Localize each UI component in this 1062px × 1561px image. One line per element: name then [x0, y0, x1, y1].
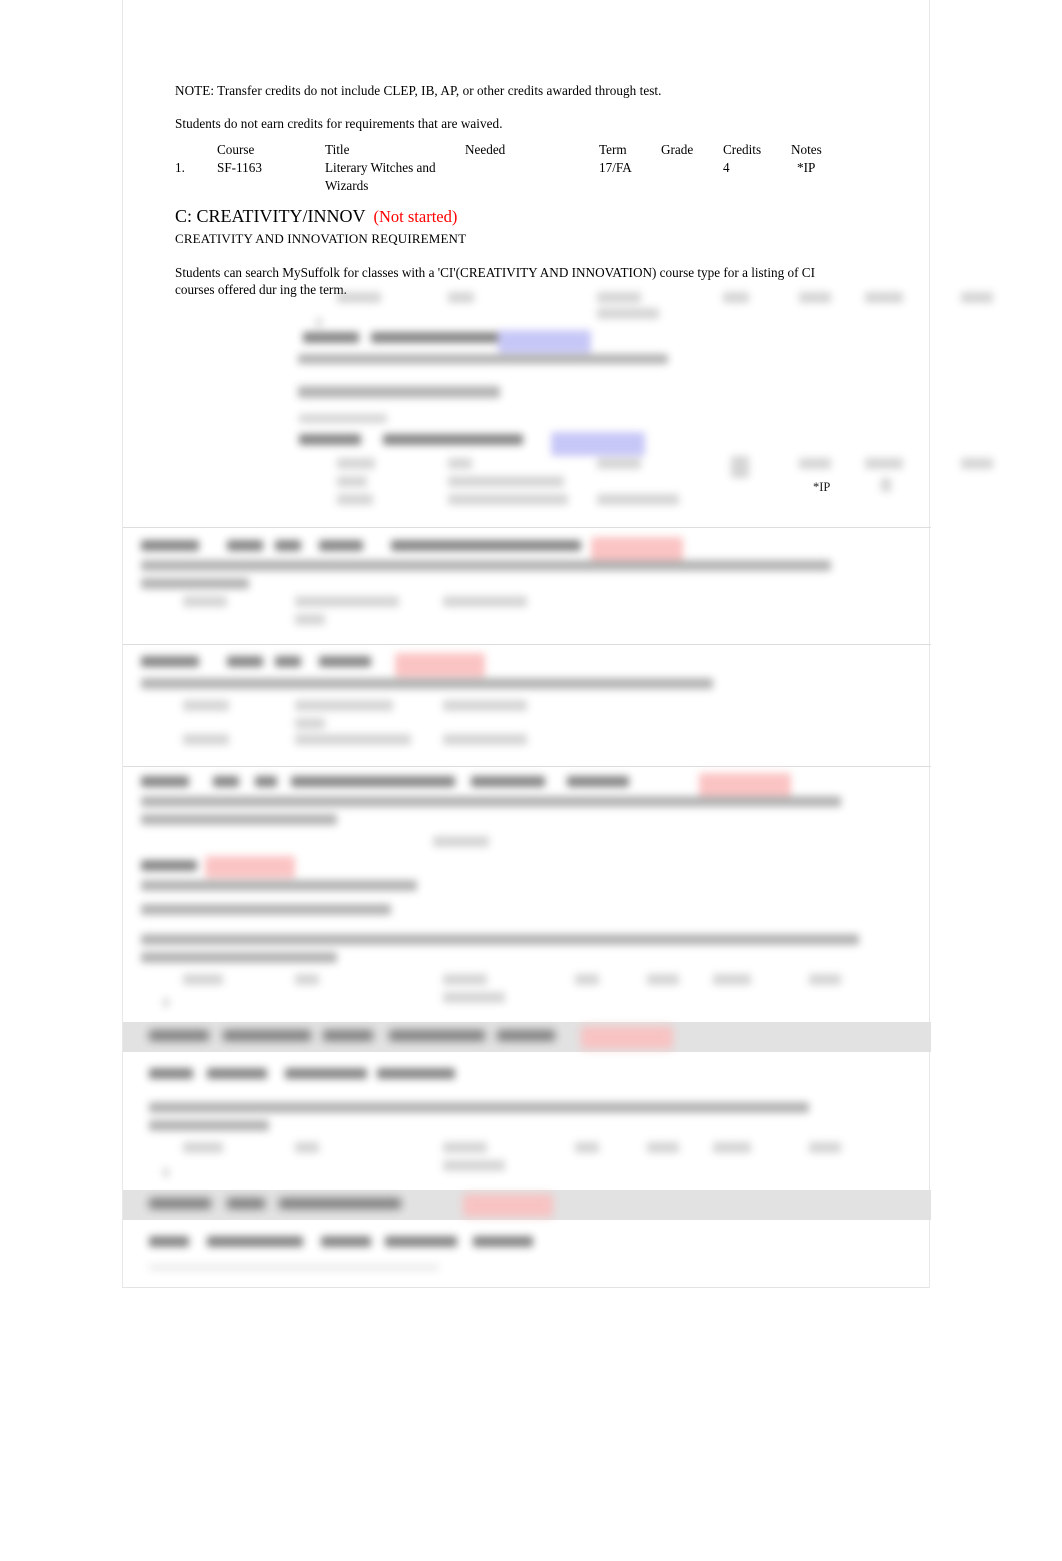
redacted-band-label-2 — [123, 1190, 931, 1222]
section-divider — [123, 527, 931, 528]
cell-term: 17/FA — [599, 160, 632, 175]
note-transfer-credits: NOTE: Transfer credits do not include CL… — [175, 83, 662, 98]
redacted-block-7 — [123, 1060, 931, 1185]
column-header-index — [175, 141, 217, 159]
table-row: 1. SF-1163 Literary Witches and Wizards … — [175, 159, 875, 195]
redacted-block-6 — [123, 900, 931, 1010]
cell-needed — [465, 159, 599, 195]
redacted-block-1 — [123, 288, 993, 378]
redacted-block-3 — [123, 534, 931, 634]
redacted-block-8 — [123, 1228, 931, 1288]
inline-note-ip: *IP — [813, 480, 831, 494]
section-divider — [123, 766, 931, 767]
section-heading: C: CREATIVITY/INNOV (Not started) — [175, 204, 887, 229]
redacted-block-2 — [123, 382, 993, 512]
column-header-credits: Credits — [723, 142, 762, 157]
redacted-band-label-1 — [123, 1022, 931, 1054]
redacted-block-4 — [123, 650, 931, 760]
document-content: NOTE: Transfer credits do not include CL… — [175, 82, 887, 298]
column-header-needed: Needed — [465, 142, 506, 157]
column-header-term: Term — [599, 142, 627, 157]
cell-credits: 4 — [723, 160, 730, 175]
note-waived-credits: Students do not earn credits for require… — [175, 116, 503, 131]
section-code-title: C: CREATIVITY/INNOV — [175, 206, 366, 226]
redacted-block-5 — [123, 772, 931, 902]
column-header-title: Title — [325, 142, 350, 157]
table-header-row: Course Title Needed Term Grade Credits N… — [175, 141, 875, 159]
column-header-course: Course — [217, 142, 255, 157]
cell-course: SF-1163 — [217, 160, 262, 175]
cell-index: 1. — [175, 160, 185, 175]
column-header-grade: Grade — [661, 142, 694, 157]
course-table: Course Title Needed Term Grade Credits N… — [175, 141, 875, 195]
cell-notes: *IP — [797, 160, 816, 175]
cell-grade — [661, 159, 723, 195]
document-page: NOTE: Transfer credits do not include CL… — [122, 0, 993, 1288]
section-subtitle: CREATIVITY AND INNOVATION REQUIREMENT — [175, 231, 467, 246]
column-header-notes: Notes — [791, 142, 822, 157]
status-badge: (Not started) — [373, 207, 458, 226]
section-divider — [123, 644, 931, 645]
cell-title: Literary Witches and Wizards — [325, 160, 436, 193]
